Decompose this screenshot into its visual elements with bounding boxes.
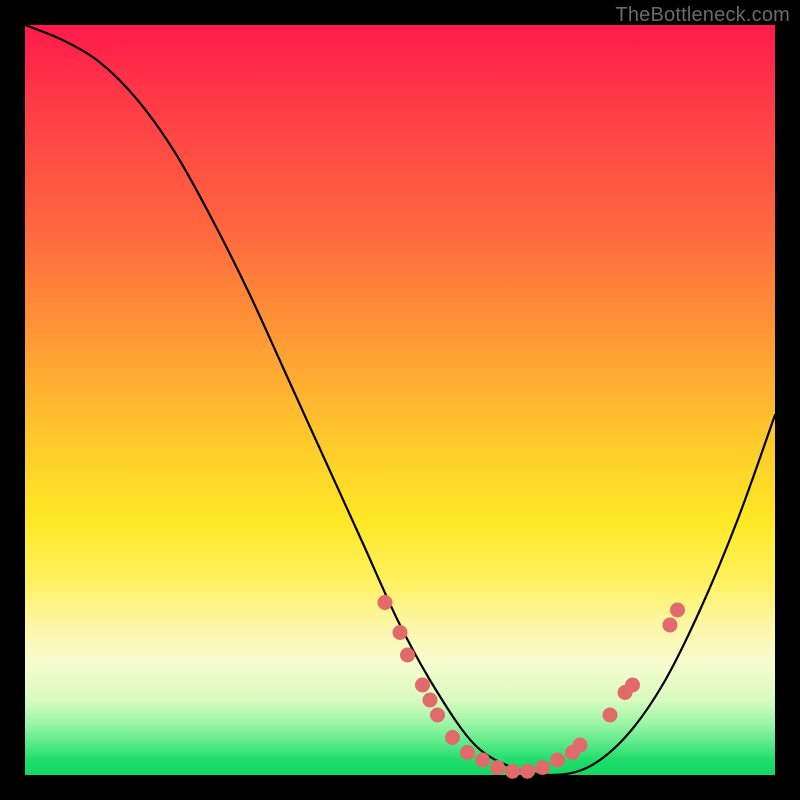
curve-marker — [603, 708, 618, 723]
watermark-text: TheBottleneck.com — [615, 4, 790, 27]
curve-marker — [573, 738, 588, 753]
curve-marker — [520, 764, 535, 779]
curve-marker — [430, 708, 445, 723]
plot-area — [25, 25, 775, 775]
curve-marker — [423, 693, 438, 708]
curve-marker — [445, 730, 460, 745]
bottleneck-curve — [25, 25, 775, 775]
curve-marker — [505, 764, 520, 779]
chart-frame: TheBottleneck.com — [0, 0, 800, 800]
curve-marker — [663, 618, 678, 633]
curve-svg — [25, 25, 775, 775]
curve-marker — [460, 745, 475, 760]
curve-marker — [670, 603, 685, 618]
curve-marker — [400, 648, 415, 663]
curve-marker — [550, 753, 565, 768]
curve-marker — [625, 678, 640, 693]
curve-marker — [475, 753, 490, 768]
curve-marker — [535, 760, 550, 775]
curve-marker — [415, 678, 430, 693]
curve-marker — [393, 625, 408, 640]
curve-marker — [378, 595, 393, 610]
curve-markers — [378, 595, 686, 779]
curve-marker — [490, 760, 505, 775]
